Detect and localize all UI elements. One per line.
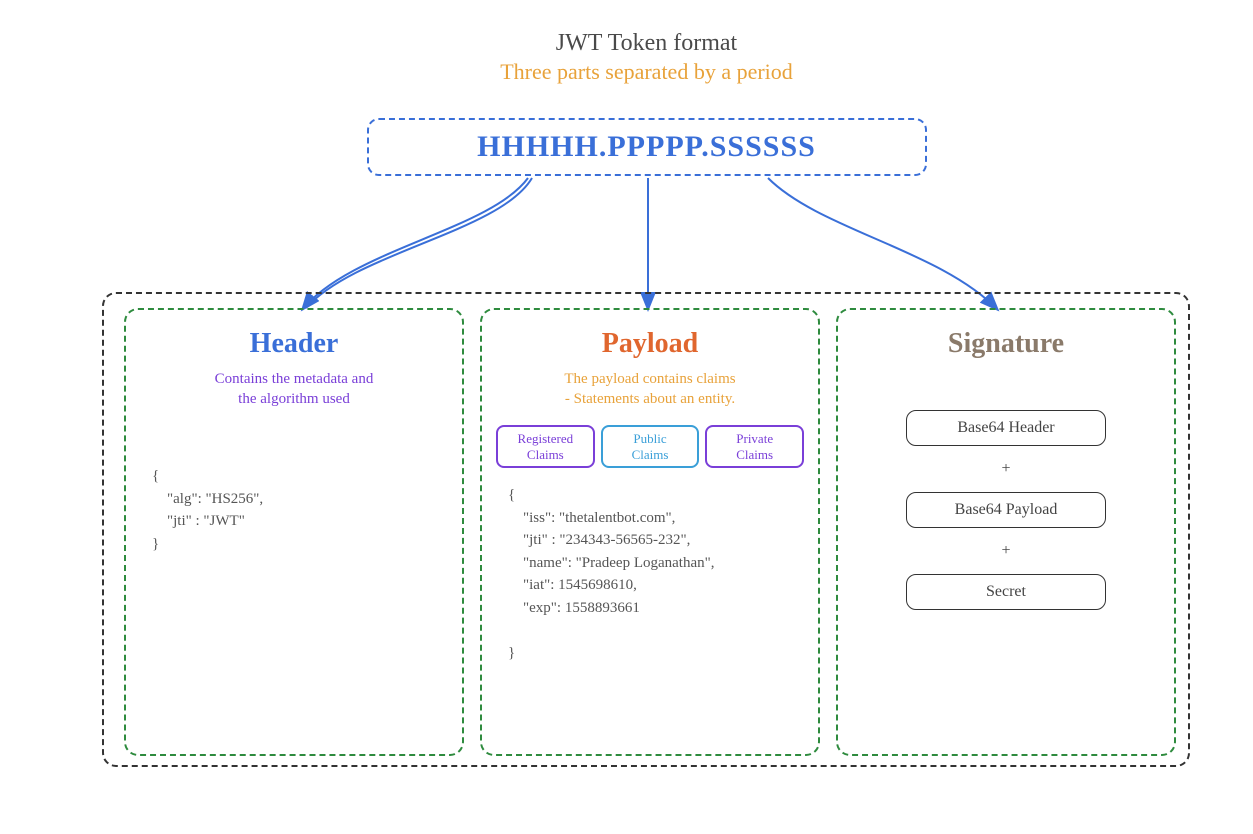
subtitle: Three parts separated by a period bbox=[347, 59, 947, 85]
sig-plus-1: + bbox=[1001, 460, 1010, 478]
private-claims-chip: Private Claims bbox=[705, 425, 804, 468]
claims-row: Registered Claims Public Claims Private … bbox=[496, 425, 804, 468]
header-column: Header Contains the metadata and the alg… bbox=[124, 308, 464, 756]
token-format-box: HHHHH.PPPPP.SSSSSS bbox=[367, 118, 927, 176]
header-code: { "alg": "HS256", "jti" : "JWT" } bbox=[140, 465, 448, 555]
header-title: Header bbox=[140, 328, 448, 360]
payload-title: Payload bbox=[496, 328, 804, 360]
header-subtitle: Contains the metadata and the algorithm … bbox=[140, 370, 448, 409]
signature-column: Signature Base64 Header + Base64 Payload… bbox=[836, 308, 1176, 756]
registered-claims-chip: Registered Claims bbox=[496, 425, 595, 468]
sig-item-base64-header: Base64 Header bbox=[906, 410, 1106, 446]
payload-column: Payload The payload contains claims - St… bbox=[480, 308, 820, 756]
signature-title: Signature bbox=[852, 328, 1160, 360]
sig-item-base64-payload: Base64 Payload bbox=[906, 492, 1106, 528]
main-title: JWT Token format bbox=[347, 30, 947, 57]
sig-plus-2: + bbox=[1001, 542, 1010, 560]
title-block: JWT Token format Three parts separated b… bbox=[347, 30, 947, 85]
sig-item-secret: Secret bbox=[906, 574, 1106, 610]
parts-container: Header Contains the metadata and the alg… bbox=[102, 292, 1190, 767]
diagram-canvas: JWT Token format Three parts separated b… bbox=[20, 20, 1253, 814]
signature-list: Base64 Header + Base64 Payload + Secret bbox=[852, 410, 1160, 610]
public-claims-chip: Public Claims bbox=[601, 425, 700, 468]
token-format-text: HHHHH.PPPPP.SSSSSS bbox=[477, 130, 816, 164]
payload-code: { "iss": "thetalentbot.com", "jti" : "23… bbox=[496, 484, 804, 664]
payload-subtitle: The payload contains claims - Statements… bbox=[496, 370, 804, 409]
